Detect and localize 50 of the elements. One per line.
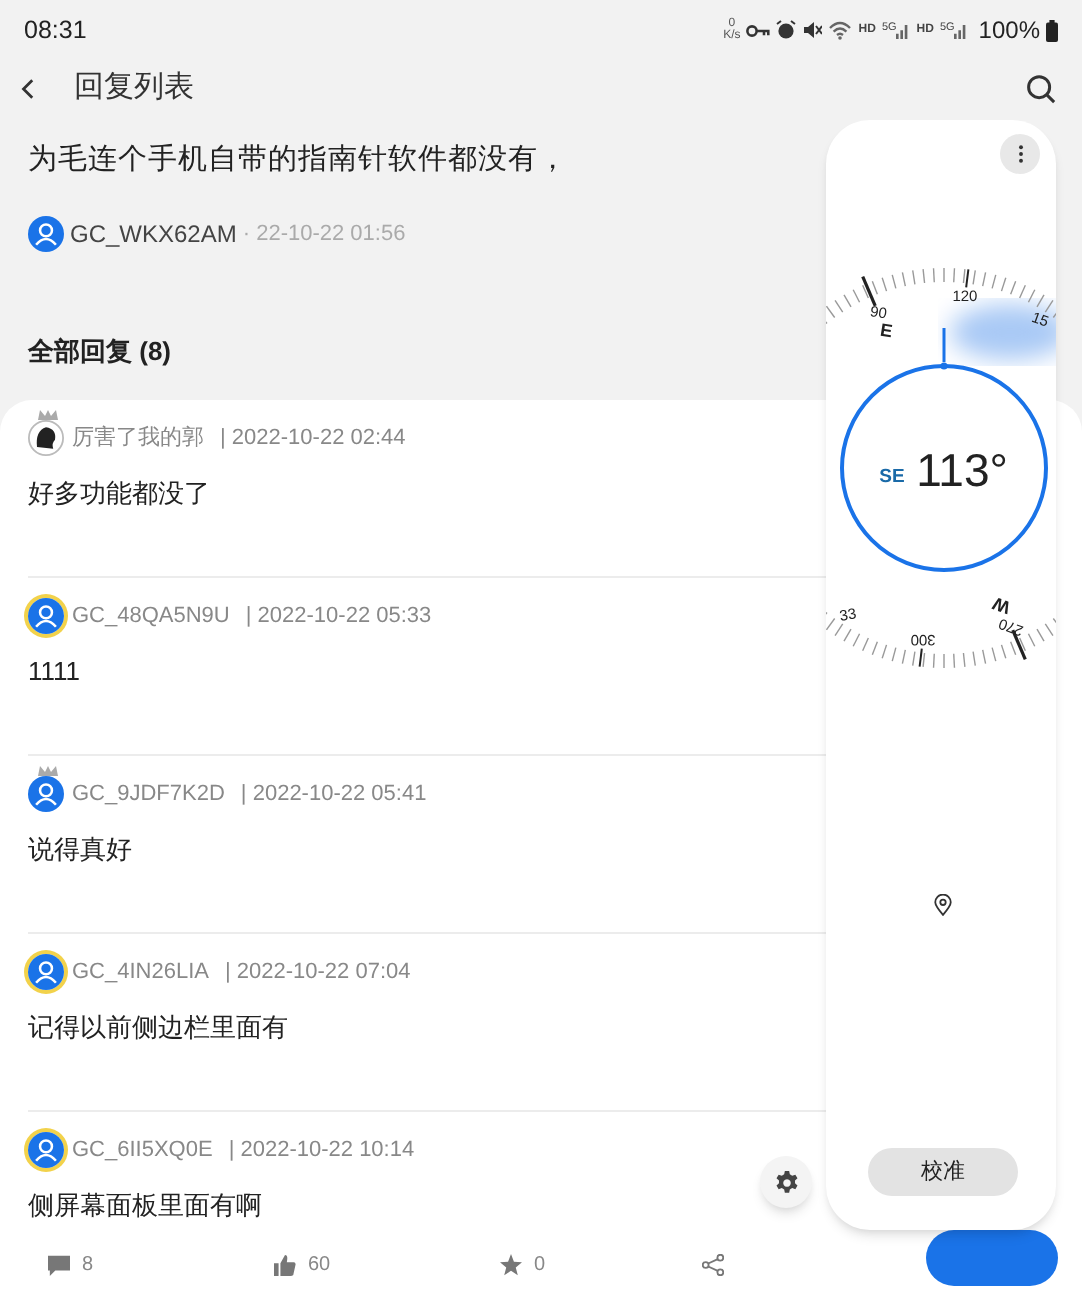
comment-author[interactable]: 厉害了我的郭 bbox=[72, 421, 204, 455]
comment-text: 说得真好 bbox=[28, 832, 132, 868]
key-icon bbox=[746, 23, 771, 37]
comment-author[interactable]: GC_48QA5N9U bbox=[72, 599, 230, 633]
alarm-icon bbox=[776, 20, 797, 40]
mute-icon bbox=[802, 20, 823, 40]
comment-time: | 2022-10-22 10:14 bbox=[228, 1135, 415, 1166]
more-icon bbox=[1017, 144, 1023, 164]
comment-time: | 2022-10-22 05:33 bbox=[245, 601, 432, 632]
direction-label: SE bbox=[879, 466, 905, 488]
battery-percent: 100% bbox=[978, 14, 1040, 48]
comment-author[interactable]: GC_6II5XQ0E bbox=[72, 1133, 213, 1167]
dial-label: E bbox=[878, 319, 894, 342]
back-icon[interactable] bbox=[20, 77, 34, 99]
settings-icon bbox=[773, 1169, 799, 1195]
heading-reading: 113° bbox=[916, 444, 1008, 496]
comment-time: | 2022-10-22 05:41 bbox=[240, 779, 427, 810]
favorite-count: 0 bbox=[534, 1251, 546, 1279]
comment-author[interactable]: GC_4IN26LIA bbox=[72, 955, 209, 989]
post-title: 为毛连个手机自带的指南针软件都没有， bbox=[28, 141, 568, 180]
signal-icon bbox=[896, 21, 911, 39]
reply-button[interactable] bbox=[926, 1230, 1058, 1286]
post-time: · 22-10-22 01:56 bbox=[242, 219, 406, 249]
signal-icon bbox=[954, 21, 969, 39]
battery-icon bbox=[1046, 19, 1058, 41]
comment-text: 记得以前侧边栏里面有 bbox=[28, 1010, 288, 1046]
comment-time: | 2022-10-22 07:04 bbox=[224, 957, 411, 988]
location-pin-icon bbox=[934, 894, 952, 916]
comment-text: 好多功能都没了 bbox=[28, 476, 210, 512]
search-icon[interactable] bbox=[1026, 73, 1056, 103]
like-count: 60 bbox=[308, 1251, 331, 1279]
comment-icon[interactable] bbox=[48, 1253, 70, 1275]
status-time: 08:31 bbox=[24, 13, 87, 48]
section-title: 全部回复 (8) bbox=[28, 333, 171, 370]
heading-glow bbox=[950, 304, 1056, 360]
comment-author[interactable]: GC_9JDF7K2D bbox=[72, 777, 225, 811]
more-options-button[interactable] bbox=[1000, 134, 1040, 174]
page-title: 回复列表 bbox=[74, 67, 194, 108]
calibrate-button[interactable]: 校准 bbox=[868, 1148, 1018, 1196]
avatar[interactable] bbox=[28, 420, 64, 456]
star-icon[interactable] bbox=[500, 1253, 522, 1275]
comment-text: 侧屏幕面板里面有啊 bbox=[28, 1188, 262, 1224]
wifi-icon bbox=[828, 20, 853, 40]
dial-label: W bbox=[990, 593, 1013, 618]
post-author[interactable]: GC_WKX62AM bbox=[70, 215, 237, 252]
comment-text: 1111 bbox=[28, 654, 81, 690]
comment-time: | 2022-10-22 02:44 bbox=[220, 423, 406, 454]
thumbs-up-icon[interactable] bbox=[274, 1253, 296, 1275]
share-icon[interactable] bbox=[702, 1253, 724, 1275]
comment-count: 8 bbox=[82, 1251, 94, 1279]
